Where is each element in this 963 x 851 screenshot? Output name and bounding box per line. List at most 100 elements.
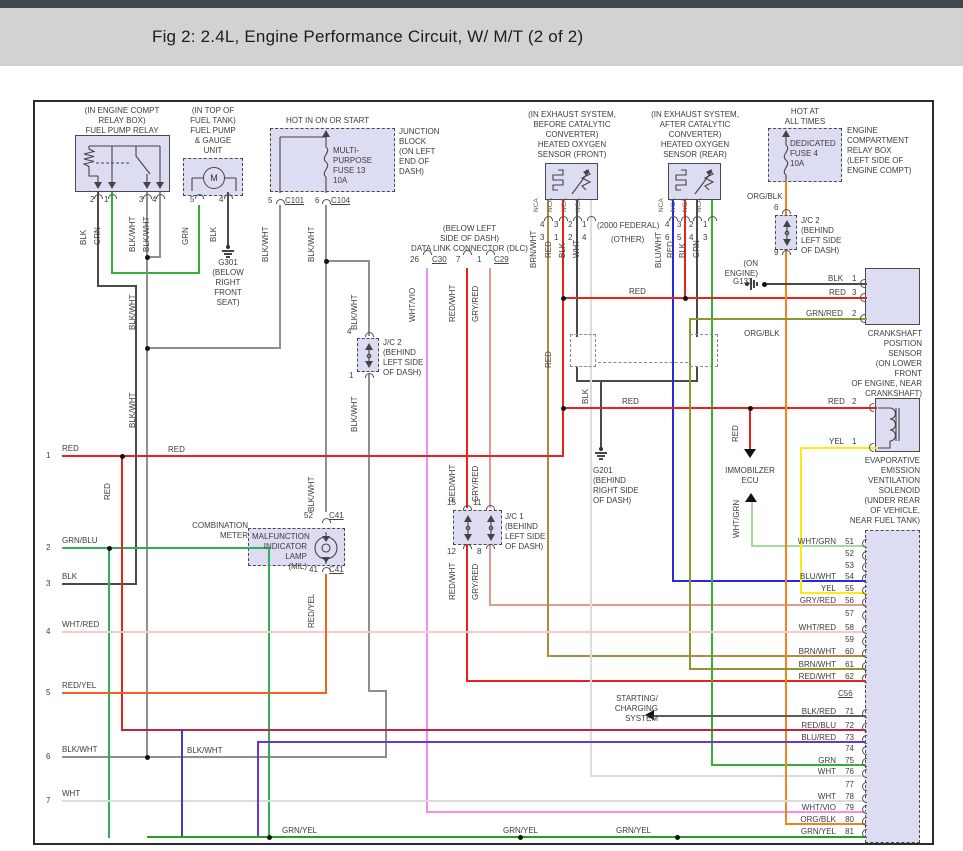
wire-GRN [111, 192, 113, 274]
pin-connector-icon [862, 637, 867, 646]
ecm-pin-row: BRN/WHT60 [752, 647, 854, 657]
pin-number-label: 3 [703, 233, 707, 242]
wire-color-label: GRN/YEL [616, 826, 651, 835]
wire-BLK [97, 285, 137, 287]
ecm-pin-row: RED/BLU72 [752, 721, 854, 731]
wire-BLU_RED [257, 741, 259, 837]
pin-connector-icon [862, 662, 867, 671]
pin-number-label: 2 [852, 309, 856, 318]
pin-connector-icon [486, 505, 495, 510]
ecm-pin-wire-label: GRN/YEL [801, 827, 836, 837]
wire-color-label: BLK [558, 243, 567, 258]
pin-connector-icon [544, 216, 553, 221]
circuit-row-wire-label: BLK [62, 572, 77, 581]
junction-dot [762, 282, 767, 287]
pin-connector-icon [862, 674, 867, 683]
ecm-pin-wire-label: ORG/BLK [800, 815, 836, 825]
pin-connector-icon [862, 829, 867, 838]
circuit-row-wire-label: BLK/WHT [62, 745, 98, 754]
wire-BLK [62, 583, 137, 585]
wire-color-label: NCA [575, 198, 582, 212]
wire-color-label: GRY/RED [471, 564, 480, 600]
pin-connector-icon [862, 735, 867, 744]
pin-connector-icon [869, 403, 874, 412]
wiring-diagram: M [0, 66, 963, 851]
wire-color-label: BLK/WHT [128, 392, 137, 428]
wire-color-label: RED/YEL [307, 594, 316, 628]
pin-number-label: 52 [304, 511, 313, 520]
wire-color-label: BLK/WHT [307, 226, 316, 262]
wire-color-label: BLK/WHT [142, 216, 151, 252]
pin-number-label: 4 [152, 195, 156, 204]
pin-number-label: 4 [219, 195, 223, 204]
wire-color-label: NCA [547, 198, 554, 212]
wire-RED [62, 455, 564, 457]
ecm-pin-wire-label: WHT/GRN [798, 537, 836, 547]
pin-number-label: 6 [315, 196, 319, 205]
fuel-pump-gauge-unit-label: (IN TOP OF FUEL TANK) FUEL PUMP & GAUGE … [183, 106, 243, 156]
pin-connector-icon [862, 551, 867, 560]
circuit-row-number: 4 [46, 627, 50, 636]
ecm-pin-row: 52 [752, 549, 854, 559]
crankshaft-position-sensor-box [865, 268, 920, 325]
pin-number-label: 3 [852, 288, 856, 297]
wire-color-label: BLK/WHT [261, 226, 270, 262]
wire-color-label: GRN [93, 227, 102, 245]
ecm-pin-row: WHT/RED58 [752, 623, 854, 633]
pin-connector-icon [862, 625, 867, 634]
pin-connector-icon [862, 709, 867, 718]
ecm-pin-number: 51 [839, 537, 854, 547]
wire-color-label: BLU/WHT [654, 232, 663, 268]
pin-number-label: 9 [774, 248, 778, 257]
circuit-row-number: 2 [46, 543, 50, 552]
connector-id-label: C41 [329, 511, 344, 520]
immobilizer-ecu-label: IMMOBILZER ECU [710, 466, 790, 486]
junction-dot [120, 454, 125, 459]
wire-BRN_WHT [547, 200, 549, 655]
wire-RED [121, 455, 123, 731]
ecm-pin-number: 60 [839, 647, 854, 657]
pin-connector-icon [862, 817, 867, 826]
o2-sensor-rear-box [668, 163, 721, 200]
pin-number-label: 2 [852, 397, 856, 406]
pin-connector-icon [862, 723, 867, 732]
immobilizer-output-arrow-icon [745, 493, 757, 502]
wire-color-label: GRN [181, 227, 190, 245]
o2-front-connector-shield [570, 334, 596, 367]
pin-number-label: 2 [90, 195, 94, 204]
wire-color-label: RED [103, 483, 112, 500]
o2-rear-symbol [669, 164, 722, 201]
pin-number-label: 6 [665, 233, 669, 242]
wire-BLK [600, 380, 602, 450]
ecm-pin-number: 59 [839, 635, 854, 645]
wire-YEL [800, 447, 877, 449]
pin-number-label: 1 [477, 255, 481, 264]
wire-color-label: HOT IN ON OR START [286, 116, 369, 125]
pin-connector-icon [365, 373, 374, 378]
pin-number-label: RED [828, 397, 845, 406]
pin-connector-icon [862, 649, 867, 658]
ecm-pin-row: 59 [752, 635, 854, 645]
ecm-pin-number: 52 [839, 549, 854, 559]
pin-number-label: YEL [829, 437, 844, 446]
wire-color-label: BLK [678, 243, 687, 258]
wire-GRY_RED [489, 545, 491, 606]
pin-number-label: 3 [540, 233, 544, 242]
o2-front-symbol [546, 164, 599, 201]
wire-color-label: ORG/BLK [747, 192, 783, 201]
junction-dot [683, 296, 688, 301]
pin-number-label: G133 [733, 277, 753, 286]
ecm-pin-number: 54 [839, 572, 854, 582]
circuit-row-number: 3 [46, 579, 50, 588]
screenshot: Fig 2: 2.4L, Engine Performance Circuit,… [0, 0, 963, 851]
jc2-right-label: J/C 2 (BEHIND LEFT SIDE OF DASH) [801, 216, 861, 256]
pin-number-label: GRN/RED [806, 309, 843, 318]
pin-number-label: 8 [477, 547, 481, 556]
circuit-row-wire-label: WHT [62, 789, 80, 798]
o2-rear-label: (IN EXHAUST SYSTEM, AFTER CATALYTIC CONV… [635, 110, 755, 160]
ecm-pin-wire-label: RED/BLU [801, 721, 836, 731]
connector-id-label: C41 [329, 565, 344, 574]
crankshaft-sensor-label: CRANKSHAFT POSITION SENSOR (ON LOWER FRO… [848, 329, 922, 399]
circuit-row-number: 1 [46, 451, 50, 460]
ecm-pin-wire-label: BRN/WHT [799, 660, 836, 670]
